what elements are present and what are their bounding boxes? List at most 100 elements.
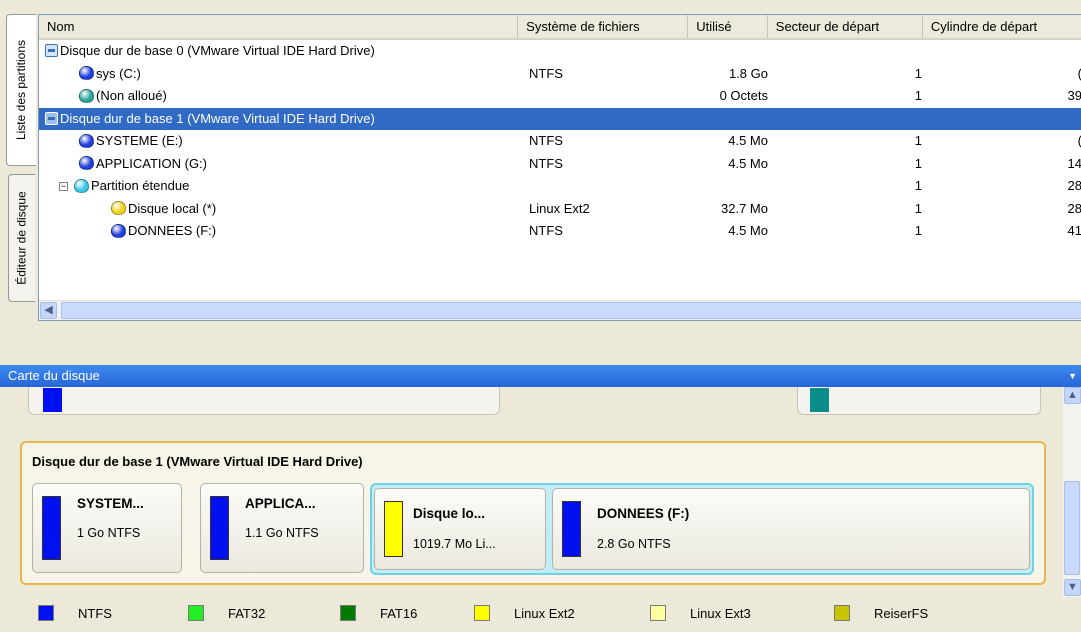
horizontal-scrollbar[interactable]: ◀ xyxy=(39,300,1081,320)
cell-used: 1.8 Go xyxy=(728,65,768,81)
collapse-icon[interactable]: ▼ xyxy=(1068,365,1077,387)
tab-disk-editor[interactable]: Éditeur de disque xyxy=(8,174,35,302)
vertical-scrollbar[interactable]: ▲ ▼ xyxy=(1063,387,1081,597)
cell-filesystem: NTFS xyxy=(529,155,563,171)
tab-partition-list-label: Liste des partitions xyxy=(14,39,29,141)
table-header: Nom Système de fichiers Utilisé Secteur … xyxy=(39,15,1081,40)
disk-map-header[interactable]: Carte du disque ▼ xyxy=(0,365,1081,387)
partition-info: 1019.7 Mo Li... xyxy=(413,537,496,551)
table-row[interactable]: DONNEES (F:) NTFS 4.5 Mo 1 41 xyxy=(39,220,1081,243)
cell-start-cylinder: 14 xyxy=(1067,155,1081,171)
scroll-down-button[interactable]: ▼ xyxy=(1064,579,1081,596)
partition-icon xyxy=(111,201,126,216)
disk-map: Disque dur de base 1 (VMware Virtual IDE… xyxy=(0,387,1081,597)
disk0-unallocated-fragment[interactable] xyxy=(797,387,1041,415)
legend-label: Linux Ext3 xyxy=(690,605,751,621)
column-header-used[interactable]: Utilisé xyxy=(688,15,768,38)
cell-used: 4.5 Mo xyxy=(728,223,768,238)
vertical-tab-strip: Liste des partitions Éditeur de disque xyxy=(0,0,38,302)
cell-used: 0 Octets xyxy=(719,88,768,103)
partition-info: 2.8 Go NTFS xyxy=(597,537,671,551)
table-row[interactable]: APPLICATION (G:) NTFS 4.5 Mo 1 14 xyxy=(39,153,1081,176)
partition-color-bar xyxy=(42,496,61,560)
cell-used: 32.7 Mo xyxy=(721,200,768,216)
partition-info: 1.1 Go NTFS xyxy=(245,526,319,540)
table-row[interactable]: Disque dur de base 0 (VMware Virtual IDE… xyxy=(39,40,1081,63)
cell-start-cylinder: ( xyxy=(928,130,1081,152)
vertical-scroll-thumb[interactable] xyxy=(1064,481,1080,575)
legend-item: FAT32 xyxy=(188,605,265,621)
cell-start-sector: 1 xyxy=(914,88,922,103)
partition-name: DONNEES (F:) xyxy=(597,506,690,521)
legend-label: ReiserFS xyxy=(874,605,929,621)
cell-start-cylinder: 28 xyxy=(1067,178,1081,193)
cell-name: APPLICATION (G:) xyxy=(79,153,207,175)
unallocated-color-bar xyxy=(810,388,829,412)
table-row[interactable]: − Partition étendue 1 28 xyxy=(39,175,1081,198)
legend-item: ReiserFS xyxy=(834,605,928,621)
cell-name: (Non alloué) xyxy=(79,85,167,107)
cell-name: Disque dur de base 1 (VMware Virtual IDE… xyxy=(45,108,375,130)
cell-name: Disque local (*) xyxy=(111,198,216,220)
partition-info: 1 Go NTFS xyxy=(77,526,141,540)
cell-start-cylinder: ( xyxy=(928,63,1081,85)
partition-icon xyxy=(111,223,126,238)
cell-filesystem: NTFS xyxy=(529,223,563,238)
legend-swatch xyxy=(834,605,850,621)
partition-color-bar xyxy=(384,501,403,557)
extended-partition-block[interactable]: Disque lo... 1019.7 Mo Li... DONNEES (F:… xyxy=(370,483,1034,575)
tab-partition-list[interactable]: Liste des partitions xyxy=(6,14,36,166)
partition-block-donnees[interactable]: DONNEES (F:) 2.8 Go NTFS xyxy=(552,488,1030,570)
cell-start-cylinder: 41 xyxy=(1067,223,1081,238)
column-header-filesystem[interactable]: Système de fichiers xyxy=(518,15,689,38)
table-row[interactable]: Disque local (*) Linux Ext2 32.7 Mo 1 28 xyxy=(39,198,1081,221)
table-row[interactable]: Disque dur de base 1 (VMware Virtual IDE… xyxy=(39,107,1081,130)
disk1-block[interactable]: Disque dur de base 1 (VMware Virtual IDE… xyxy=(20,441,1046,585)
cell-start-sector: 1 xyxy=(914,133,922,148)
row-name-text: (Non alloué) xyxy=(96,88,167,103)
hard-disk-icon xyxy=(45,111,58,125)
disk-map-title: Carte du disque xyxy=(8,368,100,383)
cell-name: SYSTEME (E:) xyxy=(79,130,183,152)
cell-start-sector: 1 xyxy=(914,178,922,193)
partition-name: SYSTEM... xyxy=(77,496,144,511)
cell-start-cylinder: 28 xyxy=(1067,200,1081,216)
legend-swatch xyxy=(188,605,204,621)
cell-used: 4.5 Mo xyxy=(728,133,768,148)
collapse-toggle-icon[interactable]: − xyxy=(59,182,68,192)
partition-color-bar xyxy=(210,496,229,560)
cell-start-sector: 1 xyxy=(914,155,922,171)
horizontal-scroll-thumb[interactable] xyxy=(61,302,1081,319)
partition-block-systeme[interactable]: SYSTEM... 1 Go NTFS xyxy=(32,483,182,573)
partition-block-disque-local[interactable]: Disque lo... 1019.7 Mo Li... xyxy=(374,488,546,570)
cell-start-cylinder: 39 xyxy=(1067,88,1081,103)
column-header-start-sector[interactable]: Secteur de départ xyxy=(768,15,923,38)
partition-block-application[interactable]: APPLICA... 1.1 Go NTFS xyxy=(200,483,364,573)
partition-icon xyxy=(79,66,94,81)
scroll-up-button[interactable]: ▲ xyxy=(1064,387,1081,404)
legend-swatch xyxy=(474,605,490,621)
legend-label: NTFS xyxy=(78,605,112,621)
table-row[interactable]: SYSTEME (E:) NTFS 4.5 Mo 1 ( xyxy=(39,130,1081,153)
row-name-text: Disque local (*) xyxy=(128,200,217,216)
table-row[interactable]: (Non alloué) 0 Octets 1 39 xyxy=(39,85,1081,108)
filesystem-legend: NTFS FAT32 FAT16 Linux Ext2 Linux Ext3 Reiser… xyxy=(0,597,1081,632)
scroll-left-button[interactable]: ◀ xyxy=(40,302,57,319)
legend-item: Linux Ext3 xyxy=(650,605,751,621)
legend-item: NTFS xyxy=(38,605,112,621)
hard-disk-icon xyxy=(45,44,58,58)
column-header-start-cylinder[interactable]: Cylindre de départ xyxy=(923,15,1081,38)
partition-icon xyxy=(79,88,94,103)
legend-swatch xyxy=(340,605,356,621)
legend-label: Linux Ext2 xyxy=(514,605,575,621)
partition-icon xyxy=(74,178,89,193)
row-name-text: SYSTEME (E:) xyxy=(96,133,183,148)
cell-name: sys (C:) xyxy=(79,63,141,85)
cell-name: Disque dur de base 0 (VMware Virtual IDE… xyxy=(45,40,375,62)
disk0-partition-fragment[interactable] xyxy=(28,387,500,415)
ntfs-color-bar xyxy=(43,388,62,412)
legend-label: FAT16 xyxy=(380,605,418,621)
row-name-text: Disque dur de base 1 (VMware Virtual IDE… xyxy=(60,110,375,126)
table-row[interactable]: sys (C:) NTFS 1.8 Go 1 ( xyxy=(39,63,1081,86)
column-header-name[interactable]: Nom xyxy=(39,15,519,38)
